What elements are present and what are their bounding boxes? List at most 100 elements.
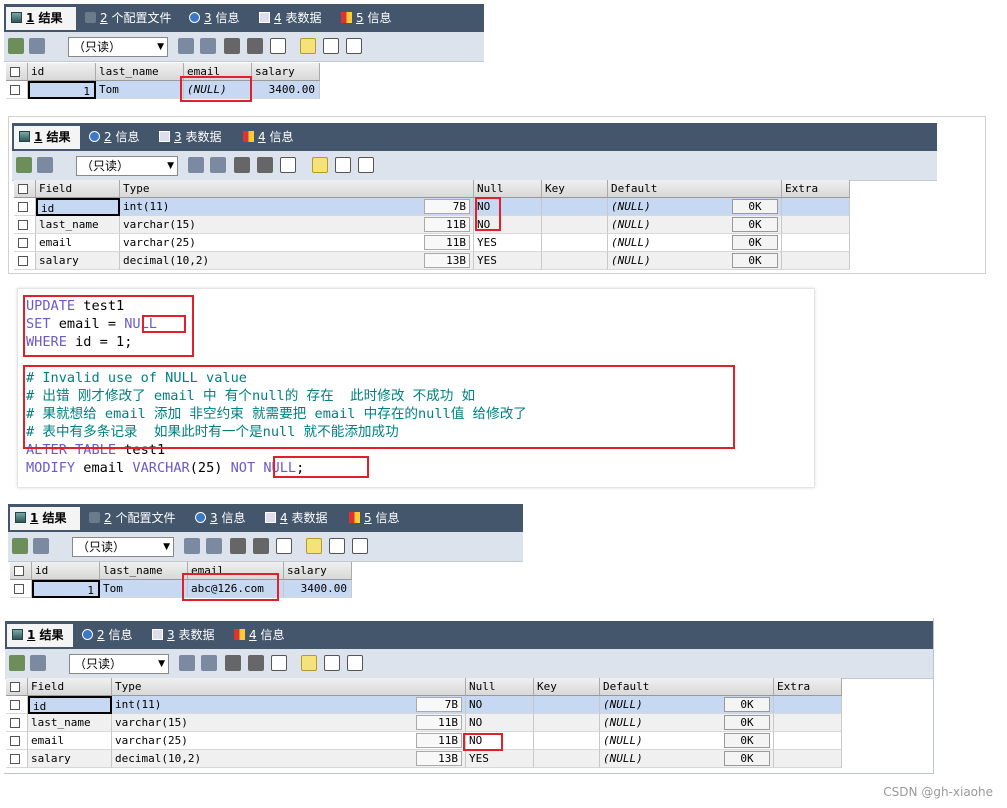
table-row[interactable]: 1 Tom (NULL) 3400.00 bbox=[6, 81, 326, 99]
table-row[interactable]: salary decimal(10,2) 13B YES (NULL) 0K bbox=[6, 750, 846, 768]
text-view-icon[interactable] bbox=[352, 538, 368, 554]
tab-info[interactable]: 3 信息 bbox=[184, 7, 250, 30]
checkbox[interactable] bbox=[10, 682, 20, 692]
cell-extra[interactable] bbox=[782, 216, 850, 234]
column-header[interactable]: Key bbox=[534, 678, 600, 696]
checkbox[interactable] bbox=[10, 754, 20, 764]
column-header[interactable]: last_name bbox=[100, 562, 188, 580]
cell-null[interactable]: YES bbox=[474, 234, 542, 252]
checkbox[interactable] bbox=[14, 566, 24, 576]
cancel-icon[interactable] bbox=[270, 38, 286, 54]
checkbox[interactable] bbox=[10, 67, 20, 77]
text-view-icon[interactable] bbox=[346, 38, 362, 54]
cell-field[interactable]: last_name bbox=[28, 714, 112, 732]
cancel-icon[interactable] bbox=[276, 538, 292, 554]
mode-select[interactable]: （只读） ▼ bbox=[72, 537, 174, 557]
column-header[interactable]: Null bbox=[474, 180, 542, 198]
export-icon[interactable] bbox=[37, 157, 53, 173]
column-header[interactable]: salary bbox=[252, 63, 320, 81]
copy-icon[interactable] bbox=[179, 655, 195, 671]
cell-type[interactable]: decimal(10,2) 13B bbox=[112, 750, 466, 768]
copy-icon[interactable] bbox=[178, 38, 194, 54]
checkbox[interactable] bbox=[18, 220, 28, 230]
refresh-icon[interactable] bbox=[200, 38, 216, 54]
column-header[interactable]: last_name bbox=[96, 63, 184, 81]
cell-field[interactable]: id bbox=[28, 696, 112, 714]
checkbox[interactable] bbox=[18, 202, 28, 212]
tab-info-4[interactable]: 4 信息 bbox=[229, 624, 295, 647]
cell-null[interactable]: NO bbox=[466, 732, 534, 750]
cell-email[interactable]: abc@126.com bbox=[188, 580, 284, 598]
cell-extra[interactable] bbox=[774, 750, 842, 768]
save-icon[interactable] bbox=[224, 38, 240, 54]
checkbox[interactable] bbox=[10, 700, 20, 710]
cell-default[interactable]: (NULL) 0K bbox=[600, 714, 774, 732]
cell-key[interactable] bbox=[542, 198, 608, 216]
column-header[interactable]: salary bbox=[284, 562, 352, 580]
table-row[interactable]: salary decimal(10,2) 13B YES (NULL) 0K bbox=[14, 252, 854, 270]
cell-field[interactable]: email bbox=[28, 732, 112, 750]
save-icon[interactable] bbox=[225, 655, 241, 671]
cell-extra[interactable] bbox=[774, 714, 842, 732]
cell-default[interactable]: (NULL) 0K bbox=[608, 234, 782, 252]
tab-profiles[interactable]: 2 个配置文件 bbox=[80, 7, 178, 30]
checkbox[interactable] bbox=[18, 256, 28, 266]
text-view-icon[interactable] bbox=[347, 655, 363, 671]
mode-select[interactable]: （只读） ▼ bbox=[69, 654, 169, 674]
column-header[interactable]: Default bbox=[600, 678, 774, 696]
tab-info[interactable]: 3 信息 bbox=[190, 507, 256, 530]
tab-info[interactable]: 2 信息 bbox=[84, 126, 150, 149]
form-view-icon[interactable] bbox=[323, 38, 339, 54]
table-row[interactable]: last_name varchar(15) 11B NO (NULL) 0K bbox=[6, 714, 846, 732]
cancel-icon[interactable] bbox=[280, 157, 296, 173]
cell-null[interactable]: NO bbox=[466, 714, 534, 732]
add-row-icon[interactable] bbox=[8, 38, 24, 54]
tab-info-5[interactable]: 5 信息 bbox=[336, 7, 402, 30]
tab-info-5[interactable]: 5 信息 bbox=[344, 507, 410, 530]
save-icon[interactable] bbox=[230, 538, 246, 554]
form-view-icon[interactable] bbox=[329, 538, 345, 554]
checkbox[interactable] bbox=[10, 736, 20, 746]
cancel-icon[interactable] bbox=[271, 655, 287, 671]
cell-email[interactable]: (NULL) bbox=[184, 81, 252, 99]
add-row-icon[interactable] bbox=[12, 538, 28, 554]
row-checkbox-cell[interactable] bbox=[6, 81, 28, 99]
cell-key[interactable] bbox=[542, 252, 608, 270]
delete-icon[interactable] bbox=[248, 655, 264, 671]
cell-type[interactable]: int(11) 7B bbox=[120, 198, 474, 216]
cell-type[interactable]: decimal(10,2) 13B bbox=[120, 252, 474, 270]
mode-select[interactable]: （只读） ▼ bbox=[68, 37, 168, 57]
table-row[interactable]: id int(11) 7B NO (NULL) 0K bbox=[6, 696, 846, 714]
column-header[interactable]: Key bbox=[542, 180, 608, 198]
export-icon[interactable] bbox=[33, 538, 49, 554]
copy-icon[interactable] bbox=[184, 538, 200, 554]
cell-extra[interactable] bbox=[774, 732, 842, 750]
column-header[interactable]: Field bbox=[28, 678, 112, 696]
cell-default[interactable]: (NULL) 0K bbox=[608, 216, 782, 234]
cell-null[interactable]: NO bbox=[466, 696, 534, 714]
table-row[interactable]: email varchar(25) 11B NO (NULL) 0K bbox=[6, 732, 846, 750]
checkbox[interactable] bbox=[10, 85, 20, 95]
tab-table-data[interactable]: 4 表数据 bbox=[260, 507, 340, 530]
refresh-icon[interactable] bbox=[206, 538, 222, 554]
row-checkbox-cell[interactable] bbox=[14, 216, 36, 234]
add-row-icon[interactable] bbox=[16, 157, 32, 173]
cell-field[interactable]: salary bbox=[28, 750, 112, 768]
column-header[interactable]: Null bbox=[466, 678, 534, 696]
cell-type[interactable]: varchar(25) 11B bbox=[112, 732, 466, 750]
grid-view-icon[interactable] bbox=[301, 655, 317, 671]
row-checkbox-cell[interactable] bbox=[14, 234, 36, 252]
cell-default[interactable]: (NULL) 0K bbox=[608, 198, 782, 216]
save-icon[interactable] bbox=[234, 157, 250, 173]
refresh-icon[interactable] bbox=[210, 157, 226, 173]
table-row[interactable]: id int(11) 7B NO (NULL) 0K bbox=[14, 198, 854, 216]
cell-default[interactable]: (NULL) 0K bbox=[600, 732, 774, 750]
cell-salary[interactable]: 3400.00 bbox=[284, 580, 352, 598]
column-header[interactable]: Extra bbox=[774, 678, 842, 696]
cell-field[interactable]: id bbox=[36, 198, 120, 216]
column-header[interactable]: Type bbox=[120, 180, 474, 198]
column-header[interactable]: Type bbox=[112, 678, 466, 696]
tab-result[interactable]: 1 结果 bbox=[14, 126, 80, 149]
table-row[interactable]: 1 Tom abc@126.com 3400.00 bbox=[10, 580, 354, 598]
export-icon[interactable] bbox=[30, 655, 46, 671]
